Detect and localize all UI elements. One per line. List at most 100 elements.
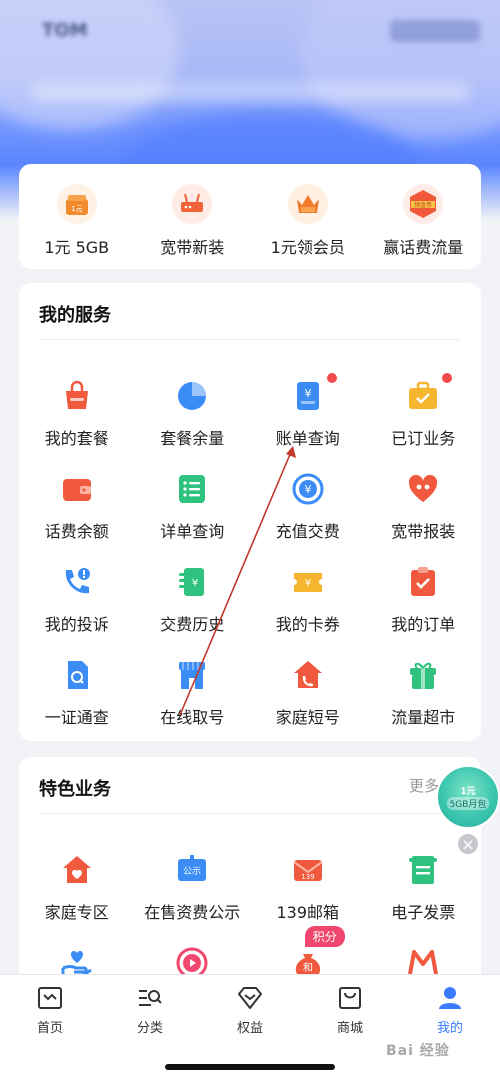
- service-subscribed[interactable]: 已订业务: [366, 371, 482, 464]
- crown-icon: [287, 184, 328, 224]
- watermark-logo: Bai 经验: [386, 1043, 450, 1059]
- promo-item-broadband[interactable]: 宽带新装: [135, 164, 251, 269]
- service-label: 家庭短号: [275, 708, 340, 727]
- promo-item-member[interactable]: 1元领会员: [250, 164, 366, 269]
- service-plan-balance[interactable]: 套餐余量: [135, 371, 251, 464]
- mail-icon: 139: [291, 853, 325, 887]
- bag-icon: [60, 379, 94, 413]
- svg-text:公示: 公示: [183, 866, 201, 877]
- user-icon: [439, 987, 461, 1009]
- promo-label: 1元 5GB: [44, 238, 110, 257]
- svg-text:¥: ¥: [304, 387, 311, 400]
- feature-e-invoice[interactable]: 电子发票: [366, 845, 482, 938]
- user-name: TOM: [42, 20, 88, 41]
- service-label: 详单查询: [160, 522, 225, 541]
- services-grid: 我的套餐 套餐余量 ¥ 账单查询 已订业务 话费余额 详单查询 ¥ 充值交费 宽…: [19, 371, 481, 743]
- heart-people-icon: [406, 472, 440, 506]
- svg-text:和: 和: [303, 962, 313, 974]
- bill-icon: ¥: [291, 373, 337, 413]
- service-label: 家庭专区: [44, 903, 109, 922]
- service-queue-number[interactable]: 在线取号: [135, 650, 251, 743]
- store-icon: [175, 658, 209, 692]
- notice-icon: 公示: [175, 853, 209, 887]
- diamond-icon: [238, 987, 262, 1009]
- tab-label: 首页: [36, 1021, 63, 1036]
- invoice-icon: [406, 853, 440, 887]
- float-promo-line2: 5GB月包: [446, 797, 490, 810]
- divider: [39, 813, 461, 814]
- service-broadband-install[interactable]: 宽带报装: [366, 464, 482, 557]
- service-label: 话费余额: [44, 522, 109, 541]
- service-label: 宽带报装: [391, 522, 456, 541]
- my-services-card: 我的服务 我的套餐 套餐余量 ¥ 账单查询 已订业务 话费余额 详单查询 ¥ 充…: [19, 283, 481, 741]
- svg-text:¥: ¥: [304, 483, 311, 496]
- service-coupons[interactable]: ¥ 我的卡券: [250, 557, 366, 650]
- service-complaint[interactable]: 我的投诉: [19, 557, 135, 650]
- svg-text:领金币: 领金币: [414, 201, 432, 209]
- house-phone-icon: [291, 658, 325, 692]
- service-id-check[interactable]: 一证通查: [19, 650, 135, 743]
- service-orders[interactable]: 我的订单: [366, 557, 482, 650]
- more-link[interactable]: 更多: [409, 775, 439, 796]
- service-label: 在售资费公示: [144, 903, 241, 922]
- svg-text:139: 139: [301, 873, 314, 881]
- home-indicator[interactable]: [165, 1064, 335, 1070]
- header-info-bar: [30, 82, 470, 102]
- divider: [39, 339, 461, 340]
- tab-label: 商城: [336, 1021, 363, 1036]
- gold-badge-icon: 领金币: [403, 184, 444, 224]
- section-title: 我的服务: [39, 305, 111, 326]
- phone-alert-icon: [60, 565, 94, 599]
- service-label: 已订业务: [391, 429, 456, 448]
- list-icon: [175, 472, 209, 506]
- service-label: 充值交费: [275, 522, 340, 541]
- service-label: 交费历史: [160, 615, 225, 634]
- promo-item-win-traffic[interactable]: 领金币 赢话费流量: [366, 164, 482, 269]
- service-label: 我的投诉: [44, 615, 109, 634]
- briefcase-icon: [406, 373, 453, 413]
- feature-tariff-notice[interactable]: 公示 在售资费公示: [135, 845, 251, 938]
- router-icon: [172, 184, 213, 224]
- feature-139-mail[interactable]: 139 139邮箱: [250, 845, 366, 938]
- shopping-bag-icon: [339, 987, 361, 1009]
- service-label: 我的卡券: [275, 615, 340, 634]
- service-payment-history[interactable]: ¥ 交费历史: [135, 557, 251, 650]
- promo-label: 赢话费流量: [383, 238, 464, 257]
- section-title: 特色业务: [39, 779, 111, 800]
- service-my-plan[interactable]: 我的套餐: [19, 371, 135, 464]
- gift-icon: [406, 658, 440, 692]
- close-icon[interactable]: ×: [456, 832, 480, 856]
- tab-home[interactable]: 首页: [0, 975, 100, 1082]
- service-label: 我的套餐: [44, 429, 109, 448]
- service-bill-query[interactable]: ¥ 账单查询: [250, 371, 366, 464]
- notification-dot: [442, 373, 453, 383]
- service-label: 流量超市: [391, 708, 456, 727]
- promo-card: 1元 1元 5GB 宽带新装 1元领会员 领金币 赢话费流量: [19, 164, 481, 269]
- svg-text:¥: ¥: [305, 578, 311, 589]
- home-tab-icon: [38, 987, 62, 1009]
- service-label: 139邮箱: [276, 903, 340, 922]
- category-search-icon: [139, 990, 162, 1006]
- gift-box-icon: 1元: [56, 184, 97, 224]
- points-badge: 积分: [304, 926, 345, 947]
- tab-label: 权益: [236, 1021, 263, 1036]
- floating-promo-button[interactable]: 1元 5GB月包: [436, 765, 500, 829]
- notification-dot: [326, 373, 337, 383]
- header-actions[interactable]: [390, 20, 480, 42]
- service-traffic-market[interactable]: 流量超市: [366, 650, 482, 743]
- service-detail-query[interactable]: 详单查询: [135, 464, 251, 557]
- clipboard-check-icon: [406, 565, 440, 599]
- service-label: 我的订单: [391, 615, 456, 634]
- yuan-circle-icon: ¥: [291, 472, 325, 506]
- promo-item-5gb[interactable]: 1元 1元 5GB: [19, 164, 135, 269]
- wallet-icon: [60, 472, 94, 506]
- tab-label: 分类: [136, 1021, 163, 1036]
- service-label: 一证通查: [44, 708, 109, 727]
- service-label: 在线取号: [160, 708, 225, 727]
- service-balance[interactable]: 话费余额: [19, 464, 135, 557]
- service-recharge[interactable]: ¥ 充值交费: [250, 464, 366, 557]
- featured-services-card: 特色业务 更多 家庭专区 公示 在售资费公示 139 139邮箱 电子发票 和 积…: [19, 757, 481, 997]
- tab-mine[interactable]: 我的: [400, 975, 500, 1082]
- feature-family-zone[interactable]: 家庭专区: [19, 845, 135, 938]
- service-family-short-number[interactable]: 家庭短号: [250, 650, 366, 743]
